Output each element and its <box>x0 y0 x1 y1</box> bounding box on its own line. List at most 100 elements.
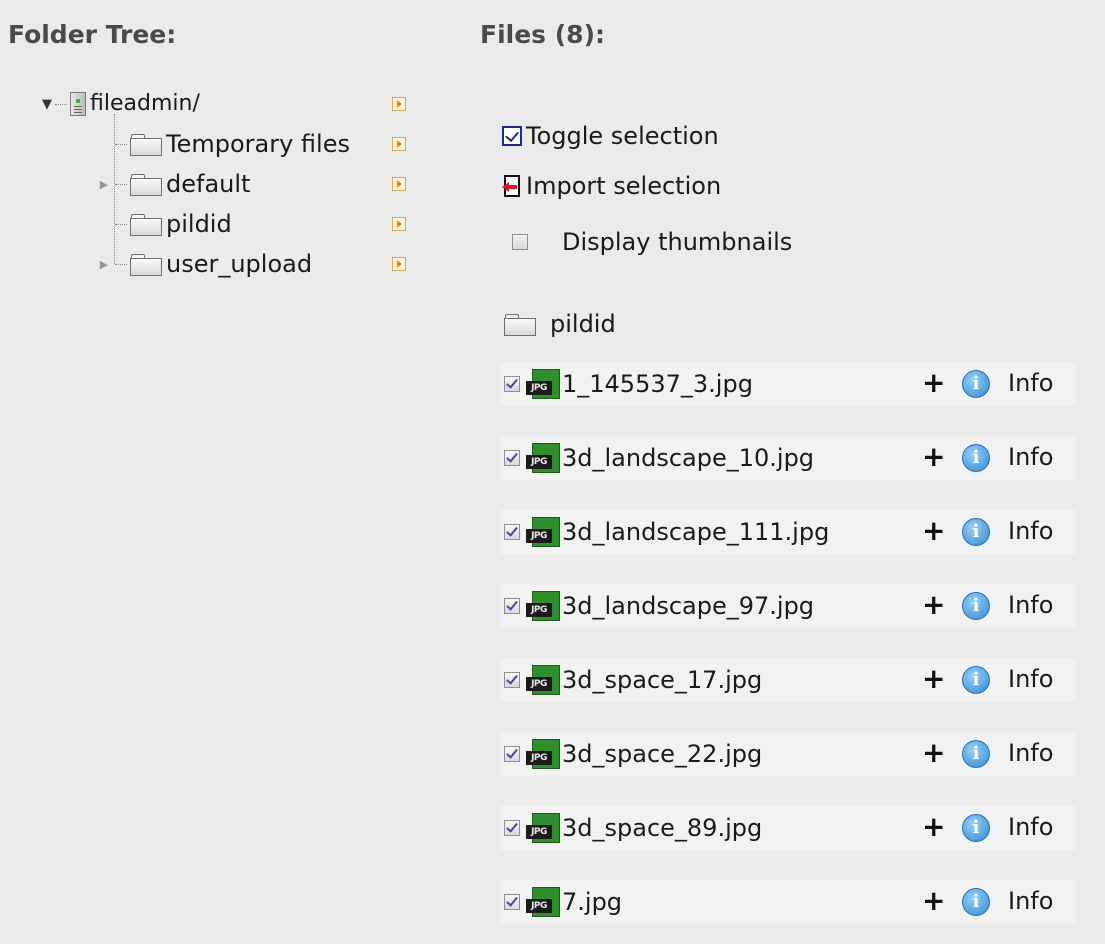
folder-icon <box>130 173 162 196</box>
file-checkbox[interactable] <box>504 524 520 540</box>
toggle-selection-icon <box>502 126 522 146</box>
jpg-file-icon: JPG <box>526 517 560 547</box>
info-link[interactable]: Info <box>1008 442 1053 472</box>
file-name[interactable]: 7.jpg <box>562 888 622 916</box>
file-browser: Folder Tree: Files (8): ▼ fileadmin/ Tem… <box>0 0 1105 944</box>
folder-icon <box>130 253 162 276</box>
import-icon <box>502 175 520 197</box>
select-folder-arrow-icon[interactable] <box>392 217 406 231</box>
file-name[interactable]: 3d_landscape_97.jpg <box>562 592 814 620</box>
plus-icon[interactable]: + <box>922 590 945 620</box>
file-row: JPG 7.jpg + i Info <box>500 880 1076 924</box>
file-row: JPG 3d_landscape_10.jpg + i Info <box>500 436 1076 480</box>
tree-item-default[interactable]: ▶ default <box>40 164 420 204</box>
info-icon[interactable]: i <box>962 814 990 842</box>
folder-tree-heading: Folder Tree: <box>8 20 177 49</box>
plus-icon[interactable]: + <box>922 812 945 842</box>
info-icon[interactable]: i <box>962 740 990 768</box>
info-link[interactable]: Info <box>1008 886 1053 916</box>
toggle-selection-button[interactable]: Toggle selection <box>502 122 719 150</box>
tree-connector <box>115 263 127 265</box>
folder-icon <box>504 313 538 336</box>
file-checkbox[interactable] <box>504 598 520 614</box>
file-checkbox[interactable] <box>504 820 520 836</box>
import-selection-button[interactable]: Import selection <box>502 172 721 200</box>
tree-item-fileadmin[interactable]: ▼ fileadmin/ <box>40 84 420 124</box>
file-checkbox[interactable] <box>504 672 520 688</box>
file-name[interactable]: 3d_landscape_111.jpg <box>562 518 829 546</box>
plus-icon[interactable]: + <box>922 368 945 398</box>
file-name[interactable]: 3d_landscape_10.jpg <box>562 444 814 472</box>
jpg-file-icon: JPG <box>526 887 560 917</box>
jpg-file-icon: JPG <box>526 369 560 399</box>
display-thumbnails-label[interactable]: Display thumbnails <box>562 228 792 256</box>
tree-item-label[interactable]: fileadmin/ <box>90 90 200 118</box>
jpg-file-icon: JPG <box>526 591 560 621</box>
tree-connector <box>115 223 127 225</box>
select-folder-arrow-icon[interactable] <box>392 257 406 271</box>
select-folder-arrow-icon[interactable] <box>392 97 406 111</box>
file-name[interactable]: 1_145537_3.jpg <box>562 370 753 398</box>
tree-item-pildid[interactable]: pildid <box>40 204 420 244</box>
expand-arrow-icon[interactable]: ▶ <box>97 257 111 271</box>
tree-item-label[interactable]: pildid <box>166 210 232 238</box>
tree-item-temporary-files[interactable]: Temporary files <box>40 124 420 164</box>
info-icon[interactable]: i <box>962 666 990 694</box>
file-row: JPG 3d_landscape_97.jpg + i Info <box>500 584 1076 628</box>
jpg-file-icon: JPG <box>526 739 560 769</box>
file-name[interactable]: 3d_space_17.jpg <box>562 666 762 694</box>
info-link[interactable]: Info <box>1008 590 1053 620</box>
plus-icon[interactable]: + <box>922 886 945 916</box>
file-checkbox[interactable] <box>504 450 520 466</box>
tree-item-label[interactable]: default <box>166 170 250 198</box>
file-row: JPG 3d_landscape_111.jpg + i Info <box>500 510 1076 554</box>
plus-icon[interactable]: + <box>922 738 945 768</box>
folder-tree: ▼ fileadmin/ Temporary files ▶ default p… <box>40 84 420 284</box>
file-checkbox[interactable] <box>504 894 520 910</box>
file-checkbox[interactable] <box>504 746 520 762</box>
jpg-file-icon: JPG <box>526 443 560 473</box>
display-thumbnails-checkbox[interactable] <box>512 234 528 250</box>
expand-arrow-icon[interactable]: ▶ <box>97 177 111 191</box>
folder-icon <box>130 133 162 156</box>
file-name[interactable]: 3d_space_89.jpg <box>562 814 762 842</box>
tree-item-label[interactable]: Temporary files <box>166 130 350 158</box>
tree-connector <box>55 103 67 105</box>
plus-icon[interactable]: + <box>922 516 945 546</box>
info-link[interactable]: Info <box>1008 368 1053 398</box>
tree-item-user-upload[interactable]: ▶ user_upload <box>40 244 420 284</box>
info-icon[interactable]: i <box>962 888 990 916</box>
info-icon[interactable]: i <box>962 592 990 620</box>
select-folder-arrow-icon[interactable] <box>392 177 406 191</box>
import-selection-label[interactable]: Import selection <box>526 172 721 200</box>
file-row: JPG 3d_space_22.jpg + i Info <box>500 732 1076 776</box>
folder-icon <box>130 213 162 236</box>
file-checkbox[interactable] <box>504 376 520 392</box>
tree-connector <box>115 143 127 145</box>
plus-icon[interactable]: + <box>922 664 945 694</box>
select-folder-arrow-icon[interactable] <box>392 137 406 151</box>
info-link[interactable]: Info <box>1008 812 1053 842</box>
info-link[interactable]: Info <box>1008 516 1053 546</box>
server-icon <box>70 92 86 116</box>
file-row: JPG 3d_space_17.jpg + i Info <box>500 658 1076 702</box>
files-heading: Files (8): <box>480 20 605 49</box>
tree-connector <box>115 183 127 185</box>
file-name[interactable]: 3d_space_22.jpg <box>562 740 762 768</box>
file-list: JPG 1_145537_3.jpg + i Info JPG 3d_lands… <box>500 362 1076 944</box>
display-thumbnails-option: Display thumbnails <box>512 228 792 256</box>
info-icon[interactable]: i <box>962 370 990 398</box>
collapse-arrow-icon[interactable]: ▼ <box>40 97 54 112</box>
info-icon[interactable]: i <box>962 444 990 472</box>
toggle-selection-label[interactable]: Toggle selection <box>526 122 719 150</box>
file-row: JPG 3d_space_89.jpg + i Info <box>500 806 1076 850</box>
file-row: JPG 1_145537_3.jpg + i Info <box>500 362 1076 406</box>
info-link[interactable]: Info <box>1008 664 1053 694</box>
current-folder-label: pildid <box>550 310 616 338</box>
info-link[interactable]: Info <box>1008 738 1053 768</box>
tree-item-label[interactable]: user_upload <box>166 250 312 278</box>
jpg-file-icon: JPG <box>526 813 560 843</box>
plus-icon[interactable]: + <box>922 442 945 472</box>
current-folder: pildid <box>502 310 616 338</box>
info-icon[interactable]: i <box>962 518 990 546</box>
